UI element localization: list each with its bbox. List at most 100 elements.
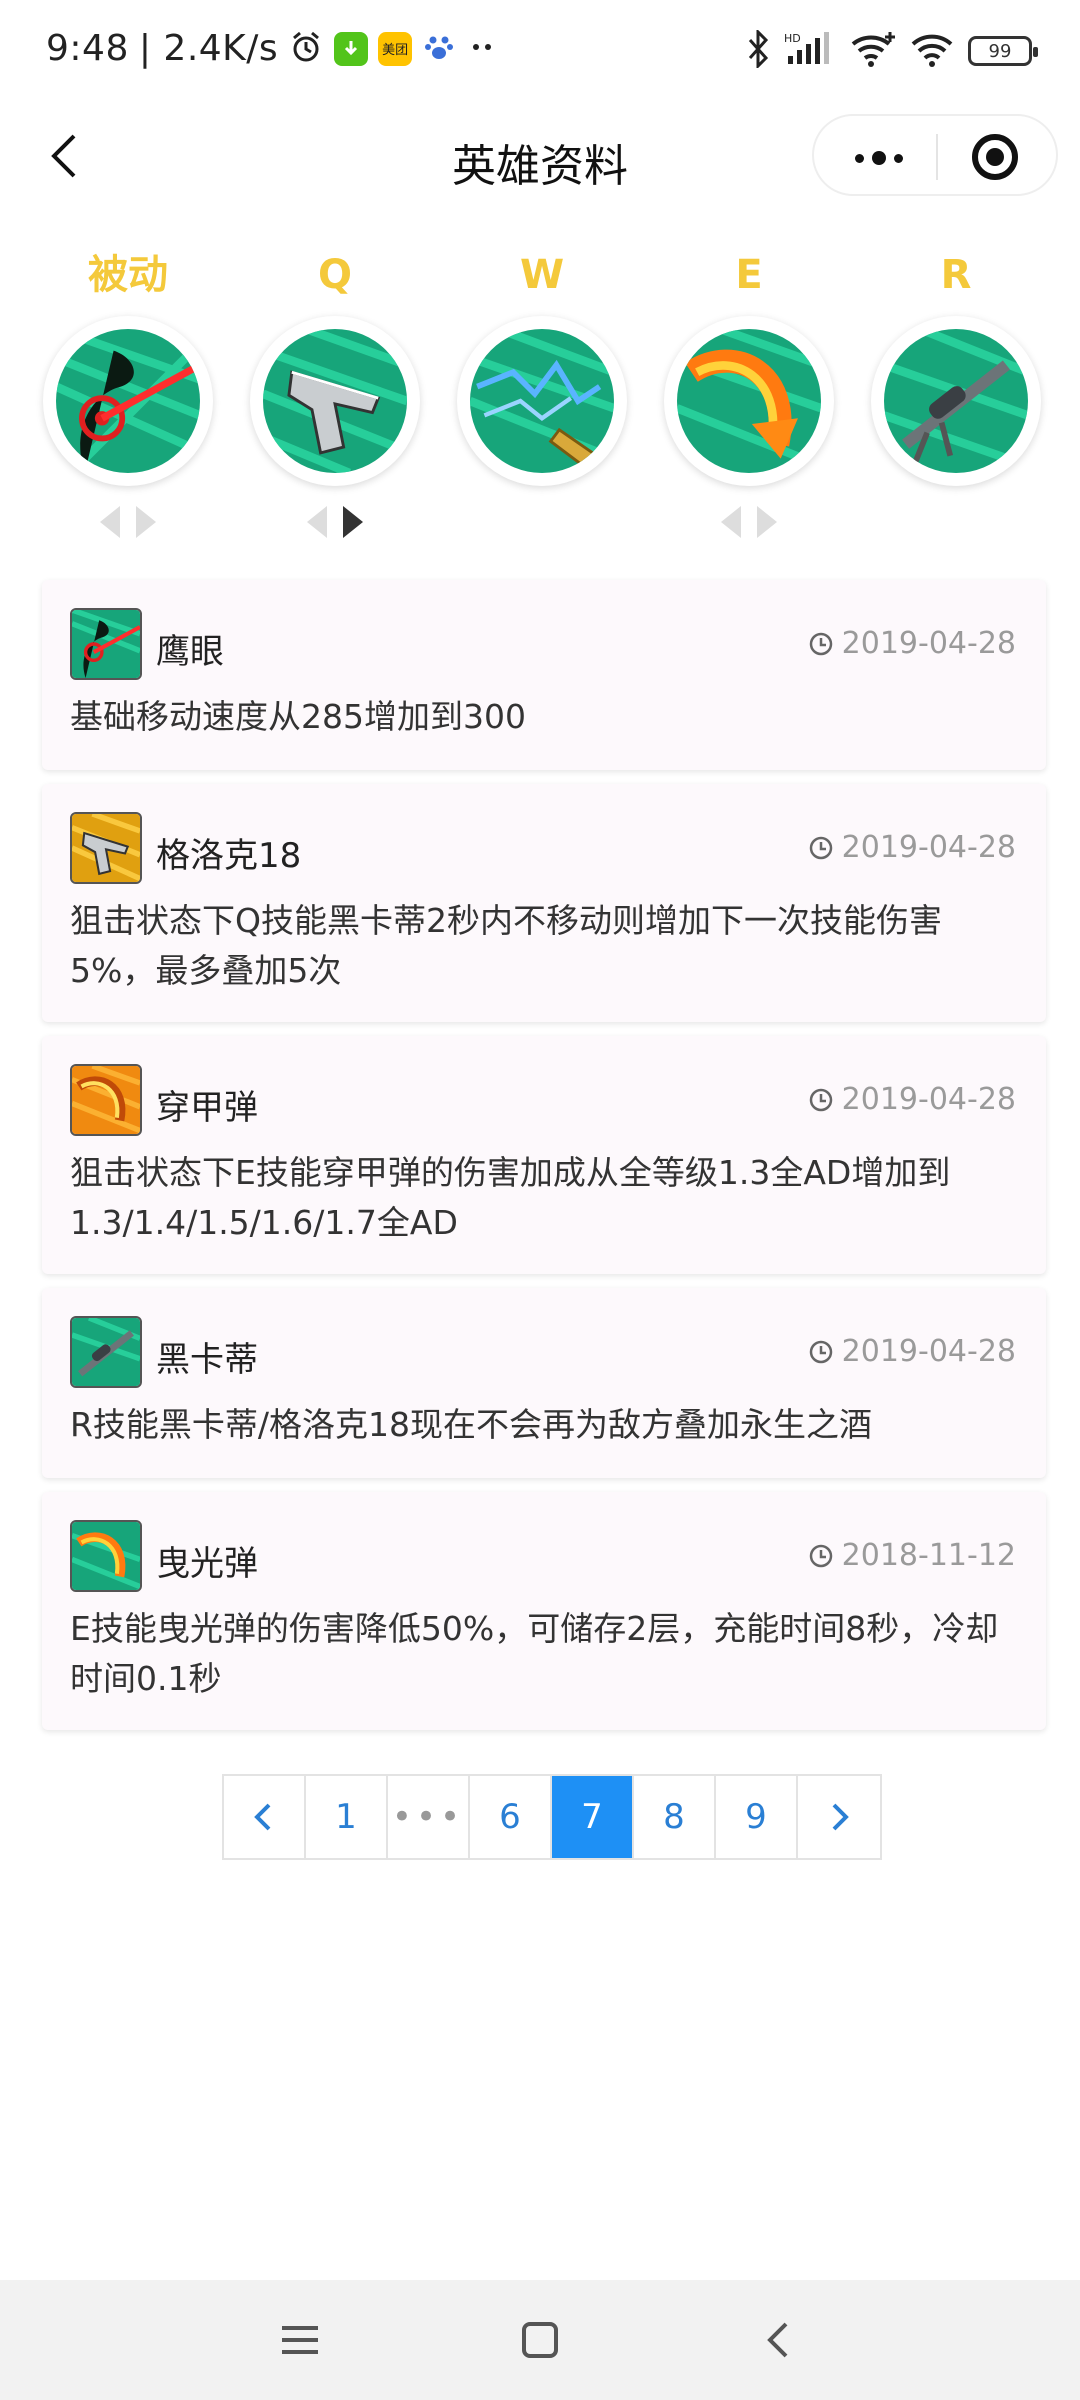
update-skill-name: 格洛克18 [156, 836, 302, 876]
baidu-paw-icon [422, 30, 456, 68]
status-bar: 9:48 | 2.4K/s 美团 HD 99 [0, 0, 1080, 106]
update-card: 曳光弹 2018-11-12 E技能曳光弹的伤害降低50%，可储存2层，充能时间… [42, 1492, 1046, 1730]
clock-icon [809, 1340, 832, 1363]
fire-arc-skill-icon[interactable] [664, 316, 834, 486]
update-card: 穿甲弹 2019-04-28 狙击状态下E技能穿甲弹的伤害加成从全等级1.3全A… [42, 1036, 1046, 1274]
skill-w[interactable]: W [452, 240, 632, 548]
update-description: R技能黑卡蒂/格洛克18现在不会再为敌方叠加永生之酒 [70, 1405, 873, 1444]
page-button[interactable]: 8 [634, 1776, 716, 1858]
pistol-skill-icon[interactable] [250, 316, 420, 486]
skill-passive[interactable]: 被动 [38, 240, 218, 548]
current-page-button[interactable]: 7 [552, 1776, 634, 1858]
more-dot-icon [855, 153, 864, 163]
lightning-bullet-skill-icon[interactable] [457, 316, 627, 486]
update-skill-name: 曳光弹 [156, 1544, 258, 1584]
update-description: 狙击状态下E技能穿甲弹的伤害加成从全等级1.3全AD增加到1.3/1.4/1.5… [70, 1153, 951, 1242]
hawkeye-skill-icon [70, 608, 142, 680]
update-description: E技能曳光弹的伤害降低50%，可储存2层，充能时间8秒，冷却时间0.1秒 [70, 1609, 999, 1698]
more-dot-icon [872, 151, 886, 165]
network-speed: | 2.4K/s [138, 28, 279, 69]
system-back-button[interactable] [748, 2308, 812, 2372]
close-miniprogram-button[interactable] [972, 134, 1018, 180]
clock-icon [809, 1544, 832, 1567]
update-date-text: 2019-04-28 [841, 626, 1016, 661]
update-description: 狙击状态下Q技能黑卡蒂2秒内不移动则增加下一次技能伤害5%，最多叠加5次 [70, 901, 942, 990]
square-home-icon [522, 2322, 558, 2358]
chevron-left-icon [767, 2322, 788, 2358]
page-button[interactable]: 6 [470, 1776, 552, 1858]
pistol-skill-icon [70, 812, 142, 884]
update-date: 2018-11-12 [808, 1538, 1016, 1573]
tracer-bullet-skill-icon [70, 1520, 142, 1592]
skill-e[interactable]: E [659, 240, 839, 548]
clock-icon [809, 836, 832, 859]
sniper-rifle-skill-icon [70, 1316, 142, 1388]
arrow-right-icon[interactable] [339, 502, 369, 542]
skill-arrows [452, 502, 632, 548]
update-date: 2019-04-28 [808, 626, 1016, 661]
page-button[interactable]: 9 [716, 1776, 798, 1858]
skill-arrows [38, 502, 218, 548]
arrow-left-icon[interactable] [94, 502, 124, 542]
arrow-left-icon[interactable] [715, 502, 745, 542]
update-skill-name: 穿甲弹 [156, 1088, 258, 1128]
update-card: 鹰眼 2019-04-28 基础移动速度从285增加到300 [42, 580, 1046, 770]
more-notifications-icon [466, 37, 500, 61]
pagination: 1 ••• 6 7 8 9 [222, 1774, 882, 1860]
update-date: 2019-04-28 [808, 830, 1016, 865]
bluetooth-icon [746, 28, 770, 72]
more-menu-button[interactable] [844, 138, 914, 178]
update-card: 格洛克18 2019-04-28 狙击状态下Q技能黑卡蒂2秒内不移动则增加下一次… [42, 784, 1046, 1022]
skills-row: 被动 Q W E R [0, 240, 1080, 560]
next-page-button[interactable] [798, 1776, 880, 1858]
system-nav-bar [0, 2280, 1080, 2400]
recent-apps-button[interactable] [268, 2308, 332, 2372]
skill-arrows [245, 502, 425, 548]
miniprogram-capsule [812, 114, 1058, 196]
skill-label: 被动 [88, 252, 168, 298]
clock-icon [809, 632, 832, 655]
svg-text:HD: HD [784, 32, 801, 45]
download-app-icon [334, 31, 369, 66]
clock-icon [809, 1088, 832, 1111]
update-date-text: 2019-04-28 [841, 1082, 1016, 1117]
title-bar: 英雄资料 [0, 106, 1080, 206]
skill-label: W [519, 252, 565, 298]
battery-indicator: 99 [968, 36, 1038, 66]
wifi-icon [910, 30, 954, 72]
signal-icon: HD [784, 30, 836, 72]
update-date: 2019-04-28 [808, 1334, 1016, 1369]
sniper-rifle-skill-icon[interactable] [871, 316, 1041, 486]
capsule-divider [936, 134, 938, 180]
update-date-text: 2018-11-12 [841, 1538, 1016, 1573]
meituan-icon: 美团 [378, 31, 413, 66]
home-button[interactable] [508, 2308, 572, 2372]
arrow-right-icon[interactable] [753, 502, 783, 542]
alarm-icon [288, 29, 324, 69]
chevron-left-icon [254, 1803, 271, 1831]
skill-label: Q [317, 252, 352, 298]
update-skill-name: 黑卡蒂 [156, 1340, 258, 1380]
status-time: 9:48 [46, 28, 129, 69]
menu-icon [282, 2326, 318, 2354]
arrow-left-icon[interactable] [301, 502, 331, 542]
prev-page-button[interactable] [224, 1776, 306, 1858]
skill-arrows [866, 502, 1046, 548]
update-date-text: 2019-04-28 [841, 830, 1016, 865]
skill-r[interactable]: R [866, 240, 1046, 548]
skill-label: E [735, 252, 763, 298]
arrow-right-icon[interactable] [132, 502, 162, 542]
skill-arrows [659, 502, 839, 548]
chevron-right-icon [832, 1803, 849, 1831]
hawkeye-skill-icon[interactable] [43, 316, 213, 486]
update-skill-name: 鹰眼 [156, 632, 224, 672]
wifi-plus-icon [850, 30, 896, 72]
skill-label: R [940, 252, 972, 298]
update-card: 黑卡蒂 2019-04-28 R技能黑卡蒂/格洛克18现在不会再为敌方叠加永生之… [42, 1288, 1046, 1478]
page-ellipsis[interactable]: ••• [388, 1776, 470, 1858]
piercing-bullet-skill-icon [70, 1064, 142, 1136]
update-date: 2019-04-28 [808, 1082, 1016, 1117]
page-button[interactable]: 1 [306, 1776, 388, 1858]
skill-q[interactable]: Q [245, 240, 425, 548]
update-date-text: 2019-04-28 [841, 1334, 1016, 1369]
